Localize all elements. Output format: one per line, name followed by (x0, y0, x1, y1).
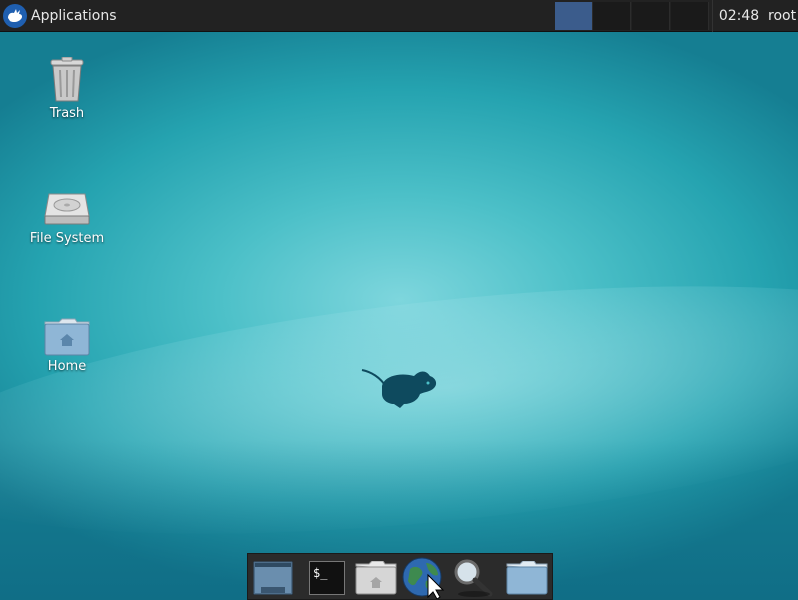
desktop-icon-home[interactable]: Home (22, 318, 112, 374)
desktop-icon-file-system[interactable]: File System (22, 190, 112, 246)
workspace-1[interactable] (555, 2, 593, 30)
applications-menu-button[interactable]: Applications (0, 0, 125, 32)
applications-label: Applications (31, 8, 117, 24)
terminal-icon: $_ (309, 561, 345, 595)
xfce-logo-icon (3, 4, 27, 28)
dock-file-manager[interactable] (505, 557, 549, 599)
home-folder-icon (355, 561, 397, 595)
desktop-icon-label: Home (47, 359, 87, 374)
search-magnifier-icon (454, 559, 493, 597)
desktop-icon-trash[interactable]: Trash (22, 57, 112, 121)
trash-icon (50, 57, 84, 102)
home-folder-icon (44, 318, 90, 356)
dock-app-finder[interactable] (451, 557, 495, 599)
user-menu[interactable]: root (768, 0, 796, 32)
desktop-icon-label: File System (29, 231, 105, 246)
desktop-icon-label: Trash (49, 106, 85, 121)
dock-show-desktop[interactable] (251, 557, 295, 599)
bottom-dock: $_ (247, 553, 553, 600)
dock-terminal[interactable]: $_ (305, 557, 349, 599)
clock[interactable]: 02:48 (712, 0, 765, 32)
dock-home-folder[interactable] (354, 557, 398, 599)
folder-icon (506, 561, 548, 595)
dock-web-browser[interactable] (402, 557, 446, 599)
drive-icon (44, 193, 90, 225)
terminal-prompt-text: $_ (313, 566, 328, 580)
top-panel: Applications 02:48 root (0, 0, 798, 32)
show-desktop-icon (253, 561, 293, 595)
xfce-mouse-logo-icon (361, 369, 437, 408)
workspace-3[interactable] (632, 2, 670, 30)
workspace-4[interactable] (671, 2, 709, 30)
workspace-2[interactable] (593, 2, 631, 30)
web-browser-icon (402, 557, 445, 599)
